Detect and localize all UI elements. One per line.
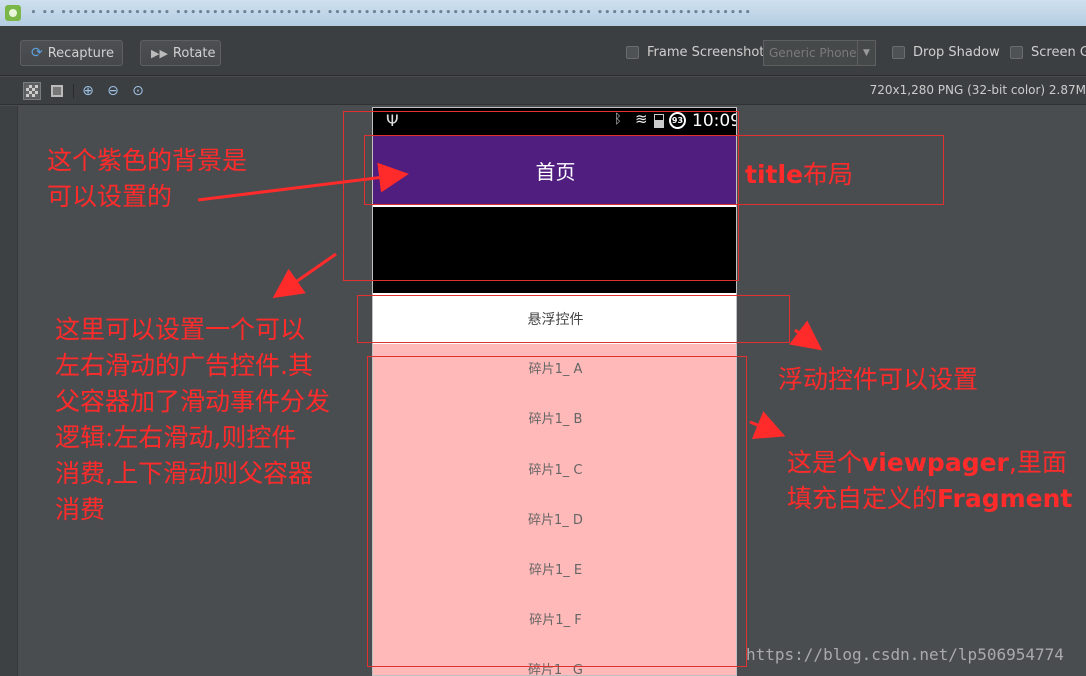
checkerboard-icon xyxy=(26,85,38,97)
actual-size-icon: ⊙ xyxy=(132,83,144,99)
toolbar: ⟳ Recapture ▶▶ Rotate Frame Screenshot G… xyxy=(0,26,1086,76)
floating-area-outline xyxy=(357,295,790,343)
drop-shadow-checkbox[interactable]: Drop Shadow xyxy=(892,45,1000,60)
frame-screenshot-checkbox[interactable]: Frame Screenshot xyxy=(626,45,764,60)
device-select-value: Generic Phone xyxy=(769,46,857,60)
note-bold: viewpager xyxy=(862,448,1009,477)
frame-screenshot-label: Frame Screenshot xyxy=(647,45,765,60)
device-select[interactable]: Generic Phone ▼ xyxy=(763,40,876,66)
note-bold: Fragment xyxy=(937,484,1073,513)
note-line: 消费,上下滑动则父容器 xyxy=(55,459,313,488)
recapture-button[interactable]: ⟳ Recapture xyxy=(20,40,123,66)
android-studio-icon xyxy=(5,5,21,21)
left-edge-panel xyxy=(0,106,18,676)
window-title: ∙ ∙∙ ∙∙∙∙∙∙∙∙∙∙∙∙∙∙∙ ∙∙∙∙∙∙∙∙∙∙∙∙∙∙∙∙∙∙∙… xyxy=(30,5,752,18)
viewpager-outline xyxy=(367,356,747,667)
actual-size-button[interactable]: ⊙ xyxy=(129,82,147,100)
checkbox-box[interactable] xyxy=(892,46,905,59)
note-line: 左右滑动的广告控件.其 xyxy=(55,351,313,380)
note-line: 父容器加了滑动事件分发 xyxy=(55,387,331,416)
note-viewpager: 这是个viewpager,里面 填充自定义的Fragment xyxy=(787,445,1072,517)
note-line: 这里可以设置一个可以 xyxy=(55,315,306,344)
note-part: ,里面 xyxy=(1008,448,1067,477)
zoom-in-icon: ⊕ xyxy=(82,83,94,99)
note-part: 这是个 xyxy=(787,448,863,477)
transparency-toggle[interactable] xyxy=(23,82,41,100)
note-purple-background: 这个紫色的背景是 可以设置的 xyxy=(47,143,247,215)
checkbox-box[interactable] xyxy=(626,46,639,59)
note-ad-banner: 这里可以设置一个可以 左右滑动的广告控件.其 父容器加了滑动事件分发 逻辑:左右… xyxy=(55,312,330,528)
rotate-button[interactable]: ▶▶ Rotate xyxy=(140,40,221,66)
checkbox-box[interactable] xyxy=(1010,46,1023,59)
note-line: 这个紫色的背景是 xyxy=(47,146,248,175)
watermark: https://blog.csdn.net/lp506954774 xyxy=(746,645,1064,664)
note-part: 填充自定义的 xyxy=(787,484,938,513)
zoom-out-icon: ⊖ xyxy=(107,83,119,99)
note-rest: 布局 xyxy=(803,160,854,189)
rotate-label: Rotate xyxy=(172,45,216,61)
toolbar-divider xyxy=(73,84,74,98)
screen-glare-checkbox[interactable]: Screen Gl xyxy=(1010,45,1086,60)
note-line: 可以设置的 xyxy=(47,182,173,211)
note-floating-control: 浮动控件可以设置 xyxy=(778,362,978,398)
zoom-out-button[interactable]: ⊖ xyxy=(104,82,122,100)
refresh-icon: ⟳ xyxy=(31,45,43,61)
background-toggle[interactable] xyxy=(48,82,66,100)
rotate-icon: ▶▶ xyxy=(151,46,168,60)
screen-glare-label: Screen Gl xyxy=(1031,45,1086,60)
image-info: 720x1,280 PNG (32-bit color) 2.87M xyxy=(869,83,1086,97)
note-title-layout: title布局 xyxy=(745,157,853,193)
note-line: 浮动控件可以设置 xyxy=(778,365,979,394)
window-title-bar: ∙ ∙∙ ∙∙∙∙∙∙∙∙∙∙∙∙∙∙∙ ∙∙∙∙∙∙∙∙∙∙∙∙∙∙∙∙∙∙∙… xyxy=(0,0,1086,26)
note-bold: title xyxy=(745,160,803,189)
chevron-down-icon[interactable]: ▼ xyxy=(857,41,875,65)
note-line: 逻辑:左右滑动,则控件 xyxy=(55,423,297,452)
note-line: 消费 xyxy=(55,495,106,524)
square-icon xyxy=(51,85,63,97)
title-area-outline xyxy=(364,135,944,205)
zoom-in-button[interactable]: ⊕ xyxy=(79,82,97,100)
recapture-label: Recapture xyxy=(47,45,114,61)
view-toolbar: ⊕ ⊖ ⊙ 720x1,280 PNG (32-bit color) 2.87M xyxy=(0,77,1086,105)
drop-shadow-label: Drop Shadow xyxy=(913,45,1000,60)
